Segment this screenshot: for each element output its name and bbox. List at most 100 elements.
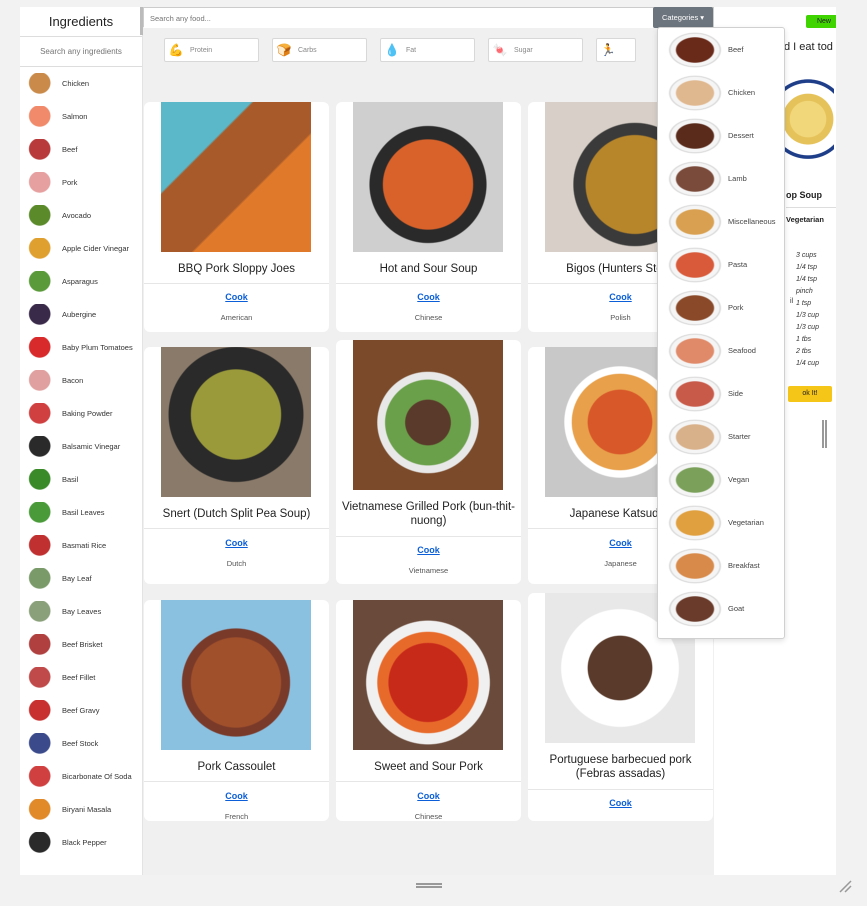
ingredient-item[interactable]: Asparagus — [20, 265, 142, 298]
category-item-vegetarian[interactable]: Vegetarian — [658, 501, 784, 544]
filter-protein[interactable]: 💪 Protein — [164, 38, 259, 62]
bottom-resize-handle[interactable] — [416, 883, 442, 888]
category-item-seafood[interactable]: Seafood — [658, 329, 784, 372]
panel-resize-handle[interactable] — [822, 420, 827, 448]
cook-it-button[interactable]: ok It! — [788, 386, 832, 402]
category-label: Chicken — [728, 88, 756, 97]
food-search-input[interactable] — [144, 9, 654, 28]
ingredient-quantity: 3 cups — [796, 252, 817, 259]
ingredient-thumbnail — [28, 435, 54, 458]
ingredient-label: Bay Leaves — [62, 607, 102, 616]
category-item-lamb[interactable]: Lamb — [658, 157, 784, 200]
ingredient-label: Baby Plum Tomatoes — [62, 343, 133, 352]
recipe-card[interactable]: Snert (Dutch Split Pea Soup) Cook Dutch — [144, 347, 329, 584]
recipe-card[interactable]: Sweet and Sour Pork Cook Chinese — [336, 600, 521, 821]
categories-button[interactable]: Categories ▾ — [653, 7, 713, 28]
ingredient-item[interactable]: Chicken — [20, 67, 142, 100]
ingredient-item[interactable]: Avocado — [20, 199, 142, 232]
cook-link[interactable]: Cook — [336, 545, 521, 555]
category-item-vegan[interactable]: Vegan — [658, 458, 784, 501]
ingredient-item[interactable]: Aubergine — [20, 298, 142, 331]
ingredient-item[interactable]: Beef Stock — [20, 727, 142, 760]
filter-carbs[interactable]: 🍞 Carbs — [272, 38, 367, 62]
ingredient-label: Beef Stock — [62, 739, 99, 748]
ingredient-item[interactable]: Black Pepper — [20, 826, 142, 859]
cook-link[interactable]: Cook — [144, 538, 329, 548]
category-label: Goat — [728, 604, 745, 613]
filter-fat[interactable]: 💧 Fat — [380, 38, 475, 62]
recipe-area: Categories ▾ 💪 Protein 🍞 Carbs 💧 Fat 🍬 Sugar 🏃 B… — [143, 7, 714, 821]
ingredient-search — [20, 37, 142, 67]
category-item-chicken[interactable]: Chicken — [658, 71, 784, 114]
ingredient-item[interactable]: Balsamic Vinegar — [20, 430, 142, 463]
recipe-card[interactable]: BBQ Pork Sloppy Joes Cook American — [144, 102, 329, 332]
category-item-side[interactable]: Side — [658, 372, 784, 415]
ingredient-item[interactable]: Apple Cider Vinegar — [20, 232, 142, 265]
ingredient-thumbnail — [28, 633, 54, 656]
ingredient-thumbnail — [28, 138, 54, 161]
ingredient-thumbnail — [28, 369, 54, 392]
recipe-image — [161, 347, 311, 497]
recipe-card[interactable]: Vietnamese Grilled Pork (bun-thit-nuong)… — [336, 340, 521, 584]
category-item-pasta[interactable]: Pasta — [658, 243, 784, 286]
recipe-card[interactable]: Pork Cassoulet Cook French — [144, 600, 329, 821]
category-label: Miscellaneous — [728, 217, 776, 226]
cook-link[interactable]: Cook — [144, 791, 329, 801]
ingredient-item[interactable]: Biryani Masala — [20, 793, 142, 826]
category-item-goat[interactable]: Goat — [658, 587, 784, 630]
ingredient-item[interactable]: Basil — [20, 463, 142, 496]
ingredient-item[interactable]: Baking Powder — [20, 397, 142, 430]
ingredient-thumbnail — [28, 270, 54, 293]
suggestion-question: d I eat tod — [784, 41, 833, 53]
ingredient-label: Biryani Masala — [62, 805, 112, 814]
ingredient-item[interactable]: Beef Gravy — [20, 694, 142, 727]
ingredient-list: Chicken Salmon Beef Pork Avocado Apple Cider … — [20, 67, 142, 859]
cook-link[interactable]: Cook — [336, 791, 521, 801]
ingredient-label: Salmon — [62, 112, 88, 121]
ingredient-thumbnail — [28, 699, 54, 722]
filter-sugar[interactable]: 🍬 Sugar — [488, 38, 583, 62]
ingredient-label: Avocado — [62, 211, 92, 220]
recipe-card[interactable]: Hot and Sour Soup Cook Chinese — [336, 102, 521, 332]
ingredient-item[interactable]: Beef — [20, 133, 142, 166]
category-label: Side — [728, 389, 744, 398]
category-image — [668, 31, 722, 68]
window-resize-grip-icon[interactable] — [838, 879, 852, 893]
category-label: Breakfast — [728, 561, 760, 570]
category-image — [668, 375, 722, 412]
category-item-starter[interactable]: Starter — [658, 415, 784, 458]
ingredient-item[interactable]: Bay Leaf — [20, 562, 142, 595]
filter-label: Protein — [190, 46, 213, 54]
category-item-breakfast[interactable]: Breakfast — [658, 544, 784, 587]
ingredient-fragment: il — [790, 298, 794, 305]
recipe-title: Pork Cassoulet — [197, 761, 276, 773]
cook-link[interactable]: Cook — [528, 798, 713, 808]
category-item-dessert[interactable]: Dessert — [658, 114, 784, 157]
category-image — [668, 547, 722, 584]
ingredient-item[interactable]: Bicarbonate Of Soda — [20, 760, 142, 793]
ingredient-item[interactable]: Salmon — [20, 100, 142, 133]
category-item-beef[interactable]: Beef — [658, 28, 784, 71]
ingredient-item[interactable]: Beef Brisket — [20, 628, 142, 661]
cook-link[interactable]: Cook — [144, 292, 329, 302]
ingredient-search-input[interactable] — [26, 47, 136, 56]
card-divider — [144, 283, 329, 284]
category-label: Pork — [728, 303, 744, 312]
ingredient-item[interactable]: Beef Fillet — [20, 661, 142, 694]
ingredient-item[interactable]: Bay Leaves — [20, 595, 142, 628]
recipe-title: BBQ Pork Sloppy Joes — [178, 263, 295, 275]
category-item-pork[interactable]: Pork — [658, 286, 784, 329]
cook-link[interactable]: Cook — [336, 292, 521, 302]
ingredient-item[interactable]: Basmati Rice — [20, 529, 142, 562]
ingredient-item[interactable]: Basil Leaves — [20, 496, 142, 529]
ingredient-item[interactable]: Pork — [20, 166, 142, 199]
recipe-cuisine: French — [224, 812, 249, 821]
filter-label: Sugar — [514, 46, 533, 54]
category-label: Vegetarian — [728, 518, 764, 527]
card-divider — [336, 781, 521, 782]
ingredient-item[interactable]: Baby Plum Tomatoes — [20, 331, 142, 364]
filter-calories[interactable]: 🏃 — [596, 38, 636, 62]
category-item-miscellaneous[interactable]: Miscellaneous — [658, 200, 784, 243]
ingredient-thumbnail — [28, 402, 54, 425]
ingredient-item[interactable]: Bacon — [20, 364, 142, 397]
